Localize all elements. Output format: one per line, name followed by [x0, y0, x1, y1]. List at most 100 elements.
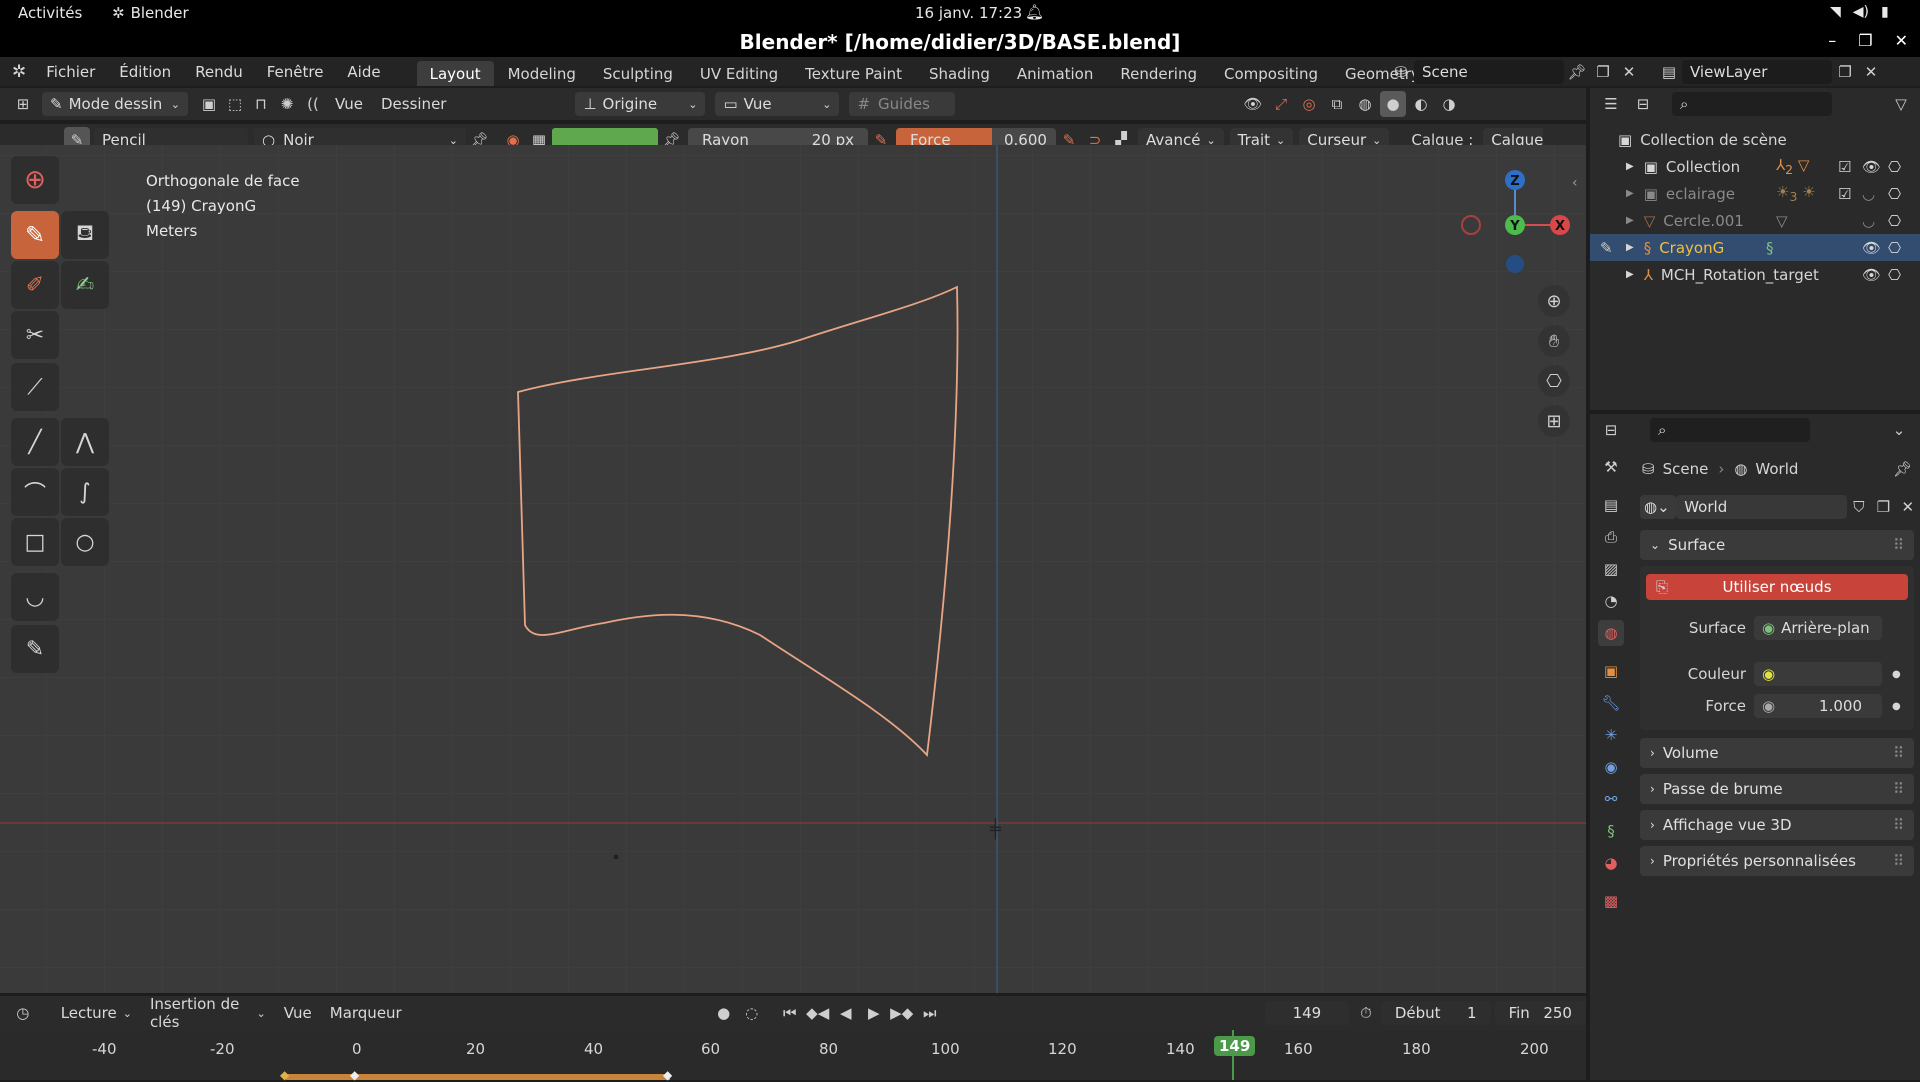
record-icon[interactable]: ● [711, 1000, 737, 1026]
new-scene-icon[interactable]: ❐ [1590, 59, 1616, 85]
outliner-item-collection[interactable]: ▶ ▣ Collection ⅄2 ▽ ☑ 👁︎ ⎔ [1590, 153, 1920, 180]
outliner-root[interactable]: ▣ Collection de scène [1590, 126, 1920, 153]
tab-animation[interactable]: Animation [1004, 61, 1106, 86]
keyframe-dot-icon[interactable]: ● [1892, 701, 1901, 712]
expand-icon[interactable]: ▶ [1626, 215, 1634, 226]
viewlayer-name[interactable]: ViewLayer [1682, 59, 1832, 84]
strength-field[interactable]: ◉ 1.000 [1754, 694, 1882, 718]
visibility-icon[interactable]: 👁︎ [1240, 91, 1266, 117]
chevron-down-icon[interactable]: ⌄ [1886, 417, 1912, 443]
minimize-icon[interactable]: – [1828, 31, 1836, 50]
keying-menu[interactable]: Insertion de clés ⌄ [141, 995, 275, 1031]
guides-toggle[interactable]: # Guides [849, 92, 956, 116]
keyframe-dot-icon[interactable]: ● [1892, 669, 1901, 680]
current-frame-field[interactable]: 149 [1264, 1001, 1350, 1025]
menu-vue[interactable]: Vue [326, 91, 372, 117]
filter-icon[interactable]: ▽ [1888, 91, 1914, 117]
drag-handle-icon[interactable]: ⠿ [1893, 744, 1904, 762]
scene-tab-icon[interactable]: ◔ [1598, 588, 1624, 614]
eye-icon[interactable]: 👁︎ [1862, 266, 1881, 284]
physics-tab-icon[interactable]: ◉ [1598, 754, 1624, 780]
modifier-tab-icon[interactable]: 🔧︎ [1598, 690, 1624, 716]
onion-skin-icon[interactable]: ✺ [274, 91, 300, 117]
new-viewlayer-icon[interactable]: ❐ [1832, 59, 1858, 85]
playhead-label[interactable]: 149 [1214, 1036, 1256, 1056]
blender-logo-icon[interactable]: ✲ [12, 62, 26, 82]
box-tool[interactable]: □ [11, 518, 59, 566]
grid-view-icon[interactable]: ⊞ [1538, 405, 1570, 437]
camera-icon[interactable]: ⎔ [1888, 158, 1901, 176]
view-select[interactable]: ▭ Vue ⌄ [715, 92, 840, 116]
play-icon[interactable]: ▶ [861, 1000, 887, 1026]
outliner-item-mch[interactable]: ▶ ⅄ MCH_Rotation_target 👁︎ ⎔ [1590, 261, 1920, 288]
origin-select[interactable]: ⊥ Origine ⌄ [575, 92, 706, 116]
camera-icon[interactable]: ⎔ [1888, 239, 1901, 257]
world-tab-icon[interactable]: ◍ [1598, 620, 1624, 646]
xray-icon[interactable]: ⧉ [1324, 91, 1350, 117]
close-icon[interactable]: ✕ [1895, 31, 1908, 50]
scene-name[interactable]: Scene [1414, 59, 1564, 84]
tab-layout[interactable]: Layout [416, 61, 494, 86]
panel-mist-pass[interactable]: › Passe de brume ⠿ [1640, 774, 1914, 804]
rendered-icon[interactable]: ◑ [1436, 91, 1462, 117]
jump-start-icon[interactable]: ⏮ [777, 1000, 803, 1026]
interpolate-tool[interactable]: ◡ [11, 573, 59, 621]
sidebar-toggle-icon[interactable]: ‹ [1572, 175, 1578, 191]
camera-icon[interactable]: ⎔ [1888, 185, 1901, 203]
start-frame-field[interactable]: Début 1 [1380, 1001, 1491, 1025]
overlay-icon[interactable]: ◎ [1296, 91, 1322, 117]
tab-sculpting[interactable]: Sculpting [590, 61, 686, 86]
wireframe-icon[interactable]: ◍ [1352, 91, 1378, 117]
menu-marker[interactable]: Marqueur [321, 1000, 411, 1026]
world-browse-icon[interactable]: ◍⌄ [1640, 495, 1677, 519]
panel-volume[interactable]: › Volume ⠿ [1640, 738, 1914, 768]
checkbox-icon[interactable]: ☑ [1838, 185, 1851, 203]
drag-handle-icon[interactable]: ⠿ [1893, 536, 1904, 554]
surface-shader-select[interactable]: ◉ Arrière-plan [1754, 616, 1882, 640]
arc-tool[interactable]: ⌒ [11, 468, 59, 516]
gizmo-icon[interactable]: ⤢ [1268, 91, 1294, 117]
cutter-tool[interactable]: ✂ [11, 311, 59, 359]
drag-handle-icon[interactable]: ⠿ [1893, 852, 1904, 870]
eye-icon[interactable]: 👁︎ [1862, 239, 1881, 257]
fill-tool[interactable]: ⛾ [61, 211, 109, 259]
delete-viewlayer-icon[interactable]: ✕ [1858, 59, 1884, 85]
activities-button[interactable]: Activités [18, 4, 82, 22]
panel-viewport-display[interactable]: › Affichage vue 3D ⠿ [1640, 810, 1914, 840]
outliner-item-eclairage[interactable]: ▶ ▣ eclairage ☀3 ☀ ☑ ◡ ⎔ [1590, 180, 1920, 207]
tab-shading[interactable]: Shading [916, 61, 1003, 86]
prev-keyframe-icon[interactable]: ◆◀ [805, 1000, 831, 1026]
menu-dessiner[interactable]: Dessiner [372, 91, 455, 117]
color-field[interactable]: ◉ [1754, 662, 1882, 686]
camera-icon[interactable]: ⎔ [1888, 266, 1901, 284]
world-name[interactable]: World [1676, 495, 1847, 519]
drag-handle-icon[interactable]: ⠿ [1893, 816, 1904, 834]
curve-tool[interactable]: ∫ [61, 468, 109, 516]
expand-icon[interactable]: ▶ [1626, 242, 1634, 253]
eye-hidden-icon[interactable]: ◡ [1862, 212, 1875, 230]
display-mode-icon[interactable]: ⊟ [1630, 91, 1656, 117]
panel-custom-properties[interactable]: › Propriétés personnalisées ⠿ [1640, 846, 1914, 876]
polyline-tool[interactable]: ⋀ [61, 418, 109, 466]
auto-keying-icon[interactable]: ◌ [739, 1000, 765, 1026]
tab-uv-editing[interactable]: UV Editing [687, 61, 791, 86]
viewlayer-selector[interactable]: ▤ ViewLayer ❐ ✕ [1656, 59, 1884, 84]
texture-tab-icon[interactable]: ▩ [1598, 888, 1624, 914]
multiframe-icon[interactable]: ▣ [196, 91, 222, 117]
clock[interactable]: 16 janv. 17:23 [915, 4, 1022, 22]
particles-tab-icon[interactable]: ✳ [1598, 722, 1624, 748]
fake-user-icon[interactable]: ⛉ [1847, 494, 1871, 520]
use-nodes-button[interactable]: ⎘ Utiliser nœuds [1646, 574, 1908, 600]
playback-menu[interactable]: Lecture ⌄ [52, 1000, 141, 1026]
checkbox-icon[interactable]: ☑ [1838, 158, 1851, 176]
outliner-search[interactable]: ⌕ [1672, 92, 1832, 116]
viewport-canvas[interactable]: ╪ [0, 145, 1586, 993]
navigation-gizmo[interactable]: Z Y X [1450, 165, 1580, 275]
app-menu[interactable]: ✲ Blender [112, 4, 189, 22]
material-tab-icon[interactable]: ◕ [1598, 850, 1624, 876]
panel-surface[interactable]: ⌄ Surface ⠿ [1640, 530, 1914, 560]
eyedropper-tool[interactable]: ⟋ [11, 363, 59, 411]
menu-edition[interactable]: Édition [107, 63, 183, 81]
output-tab-icon[interactable]: ⎙ [1598, 524, 1624, 550]
properties-search[interactable]: ⌕ [1650, 418, 1810, 442]
